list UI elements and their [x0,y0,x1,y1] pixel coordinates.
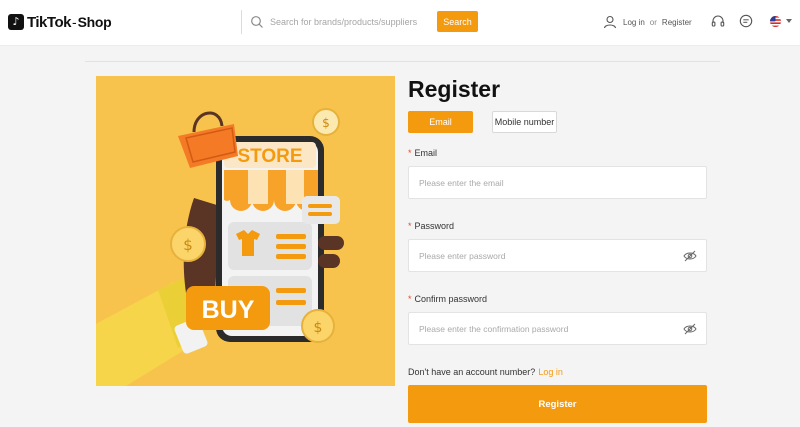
search-icon [251,16,263,28]
buy-tag-text: BUY [202,296,255,324]
confirm-password-field-box [408,312,707,345]
svg-text:$: $ [183,236,193,254]
register-button[interactable]: Register [408,385,707,423]
shopping-illustration: STORE BUY $ $ $ [96,108,344,386]
top-header: ♪ TikTok - Shop Search Log in or Registe… [0,0,800,46]
required-asterisk: * [408,221,412,231]
header-login-link[interactable]: Log in [623,18,645,27]
search-button[interactable]: Search [437,11,478,32]
login-hint-text: Don't have an account number? [408,367,536,377]
header-or-text: or [649,17,657,27]
chevron-down-icon[interactable] [786,19,792,23]
search-bar [241,10,441,34]
tab-email[interactable]: Email [408,111,473,133]
eye-off-icon[interactable] [683,323,697,335]
required-asterisk: * [408,148,412,158]
hero-illustration: STORE BUY $ $ $ [96,76,395,386]
email-field-box [408,166,707,199]
email-label: * Email [408,148,437,158]
password-field-box [408,239,707,272]
headset-icon[interactable] [711,14,725,28]
confirm-password-label: * Confirm password [408,294,487,304]
login-link[interactable]: Log in [538,367,563,377]
svg-text:$: $ [322,116,330,130]
tiktok-shop-logo[interactable]: ♪ TikTok - Shop [8,12,112,32]
logo-shop-text: Shop [77,14,112,30]
svg-text:$: $ [314,320,323,336]
us-flag-icon[interactable] [770,16,781,27]
required-asterisk: * [408,294,412,304]
eye-off-icon[interactable] [683,250,697,262]
email-field[interactable] [419,167,679,198]
confirm-password-label-text: Confirm password [414,294,488,304]
user-icon [603,15,617,29]
tab-mobile-number[interactable]: Mobile number [492,111,557,133]
user-auth-links: Log in or Register [603,14,692,30]
logo-brand-text: TikTok [27,13,71,31]
header-register-link[interactable]: Register [662,18,692,27]
confirm-password-field[interactable] [419,313,679,344]
logo-dash: - [71,14,77,30]
password-label: * Password [408,221,454,231]
page-title: Register [408,76,501,102]
email-label-text: Email [414,148,438,158]
password-label-text: Password [414,221,455,231]
store-sign-text: STORE [237,146,302,167]
chat-icon[interactable] [739,14,753,28]
tiktok-note-icon: ♪ [8,14,24,30]
search-input[interactable] [270,17,440,27]
password-field[interactable] [419,240,679,271]
login-hint: Don't have an account number? Log in [408,367,563,377]
